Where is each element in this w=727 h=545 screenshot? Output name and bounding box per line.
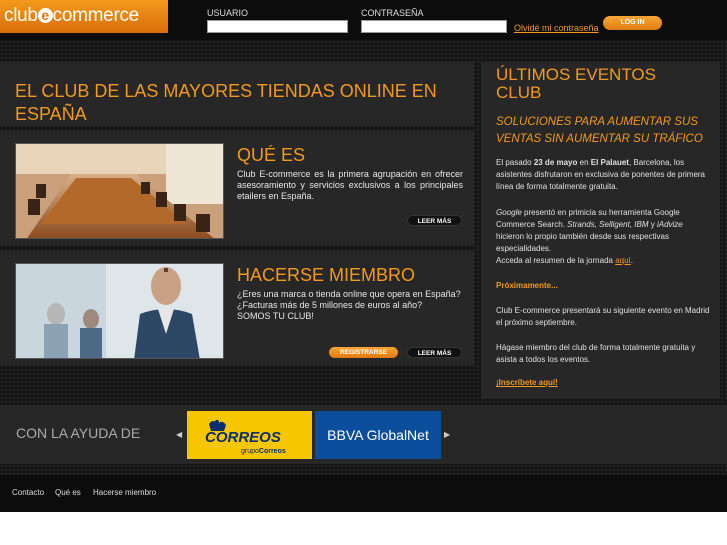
chevron-right-icon[interactable]: ▶ bbox=[444, 430, 450, 439]
events-paragraph-1: El pasado 23 de mayo en El Palauet, Barc… bbox=[496, 158, 706, 191]
register-button[interactable]: REGISTRARSE bbox=[329, 347, 398, 358]
footer-link-contacto[interactable]: Contacto bbox=[12, 488, 44, 497]
card-title-que-es: QUÉ ES bbox=[237, 145, 306, 165]
site-logo[interactable]: club e commerce bbox=[0, 0, 168, 33]
correos-group-name: Correos bbox=[259, 448, 286, 455]
events-paragraph-2: Google presentó en primicia su herramien… bbox=[496, 208, 683, 265]
footer-link-hacerse-miembro[interactable]: Hacerse miembro bbox=[93, 488, 156, 497]
bbva-globalnet-logo[interactable]: BBVA GlobalNet bbox=[315, 411, 441, 459]
member-question-2: ¿Facturas más de 5 millones de euros al … bbox=[237, 300, 423, 310]
card-title-hacerse-miembro: HACERSE MIEMBRO bbox=[237, 265, 416, 285]
card-text-que-es: Club E-commerce es la primera agrupación… bbox=[237, 169, 463, 201]
svg-text:grupoCorreos: grupoCorreos bbox=[241, 448, 286, 455]
correos-name: CORREOS bbox=[205, 429, 281, 446]
chevron-left-icon[interactable]: ◀ bbox=[176, 430, 182, 439]
boardroom-photo bbox=[15, 143, 224, 239]
event-summary-link[interactable]: aquí bbox=[615, 256, 631, 265]
password-label: CONTRASEÑA bbox=[361, 8, 424, 18]
member-slogan: SOMOS TU CLUB! bbox=[237, 311, 314, 321]
password-input[interactable] bbox=[361, 20, 507, 33]
username-input[interactable] bbox=[207, 20, 348, 33]
username-label: USUARIO bbox=[207, 8, 249, 18]
events-paragraph-4: Hágase miembro del club de forma totalme… bbox=[496, 343, 696, 364]
team-photo bbox=[15, 263, 224, 359]
member-question-1: ¿Eres una marca o tienda online que oper… bbox=[237, 289, 461, 299]
sponsors-label: CON LA AYUDA DE bbox=[16, 425, 141, 441]
login-button[interactable]: LOG IN bbox=[603, 16, 662, 30]
correos-group-prefix: grupo bbox=[241, 448, 259, 455]
card-text-hacerse-miembro: ¿Eres una marca o tienda online que oper… bbox=[237, 289, 463, 322]
main-title: EL CLUB DE LAS MAYORES TIENDAS ONLINE EN… bbox=[15, 81, 437, 124]
footer-link-que-es[interactable]: Qué es bbox=[55, 488, 81, 497]
forgot-password-link[interactable]: Olvidé mi contraseña bbox=[514, 23, 599, 33]
events-title: ÚLTIMOS EVENTOS CLUB bbox=[496, 65, 656, 102]
events-subtitle: SOLUCIONES PARA AUMENTAR SUS VENTAS SIN … bbox=[496, 116, 703, 145]
logo-e-badge: e bbox=[37, 8, 53, 23]
read-more-button-hacerse-miembro[interactable]: LEER MÁS bbox=[407, 347, 462, 358]
events-paragraph-3: Club E-commerce presentará su siguiente … bbox=[496, 306, 710, 327]
events-upcoming-heading: Próximamente... bbox=[496, 281, 558, 290]
correos-logo[interactable]: CORREOS grupoCorreos bbox=[187, 411, 312, 459]
signup-link[interactable]: ¡Inscríbete aquí! bbox=[496, 378, 558, 387]
read-more-button-que-es[interactable]: LEER MÁS bbox=[407, 215, 462, 226]
